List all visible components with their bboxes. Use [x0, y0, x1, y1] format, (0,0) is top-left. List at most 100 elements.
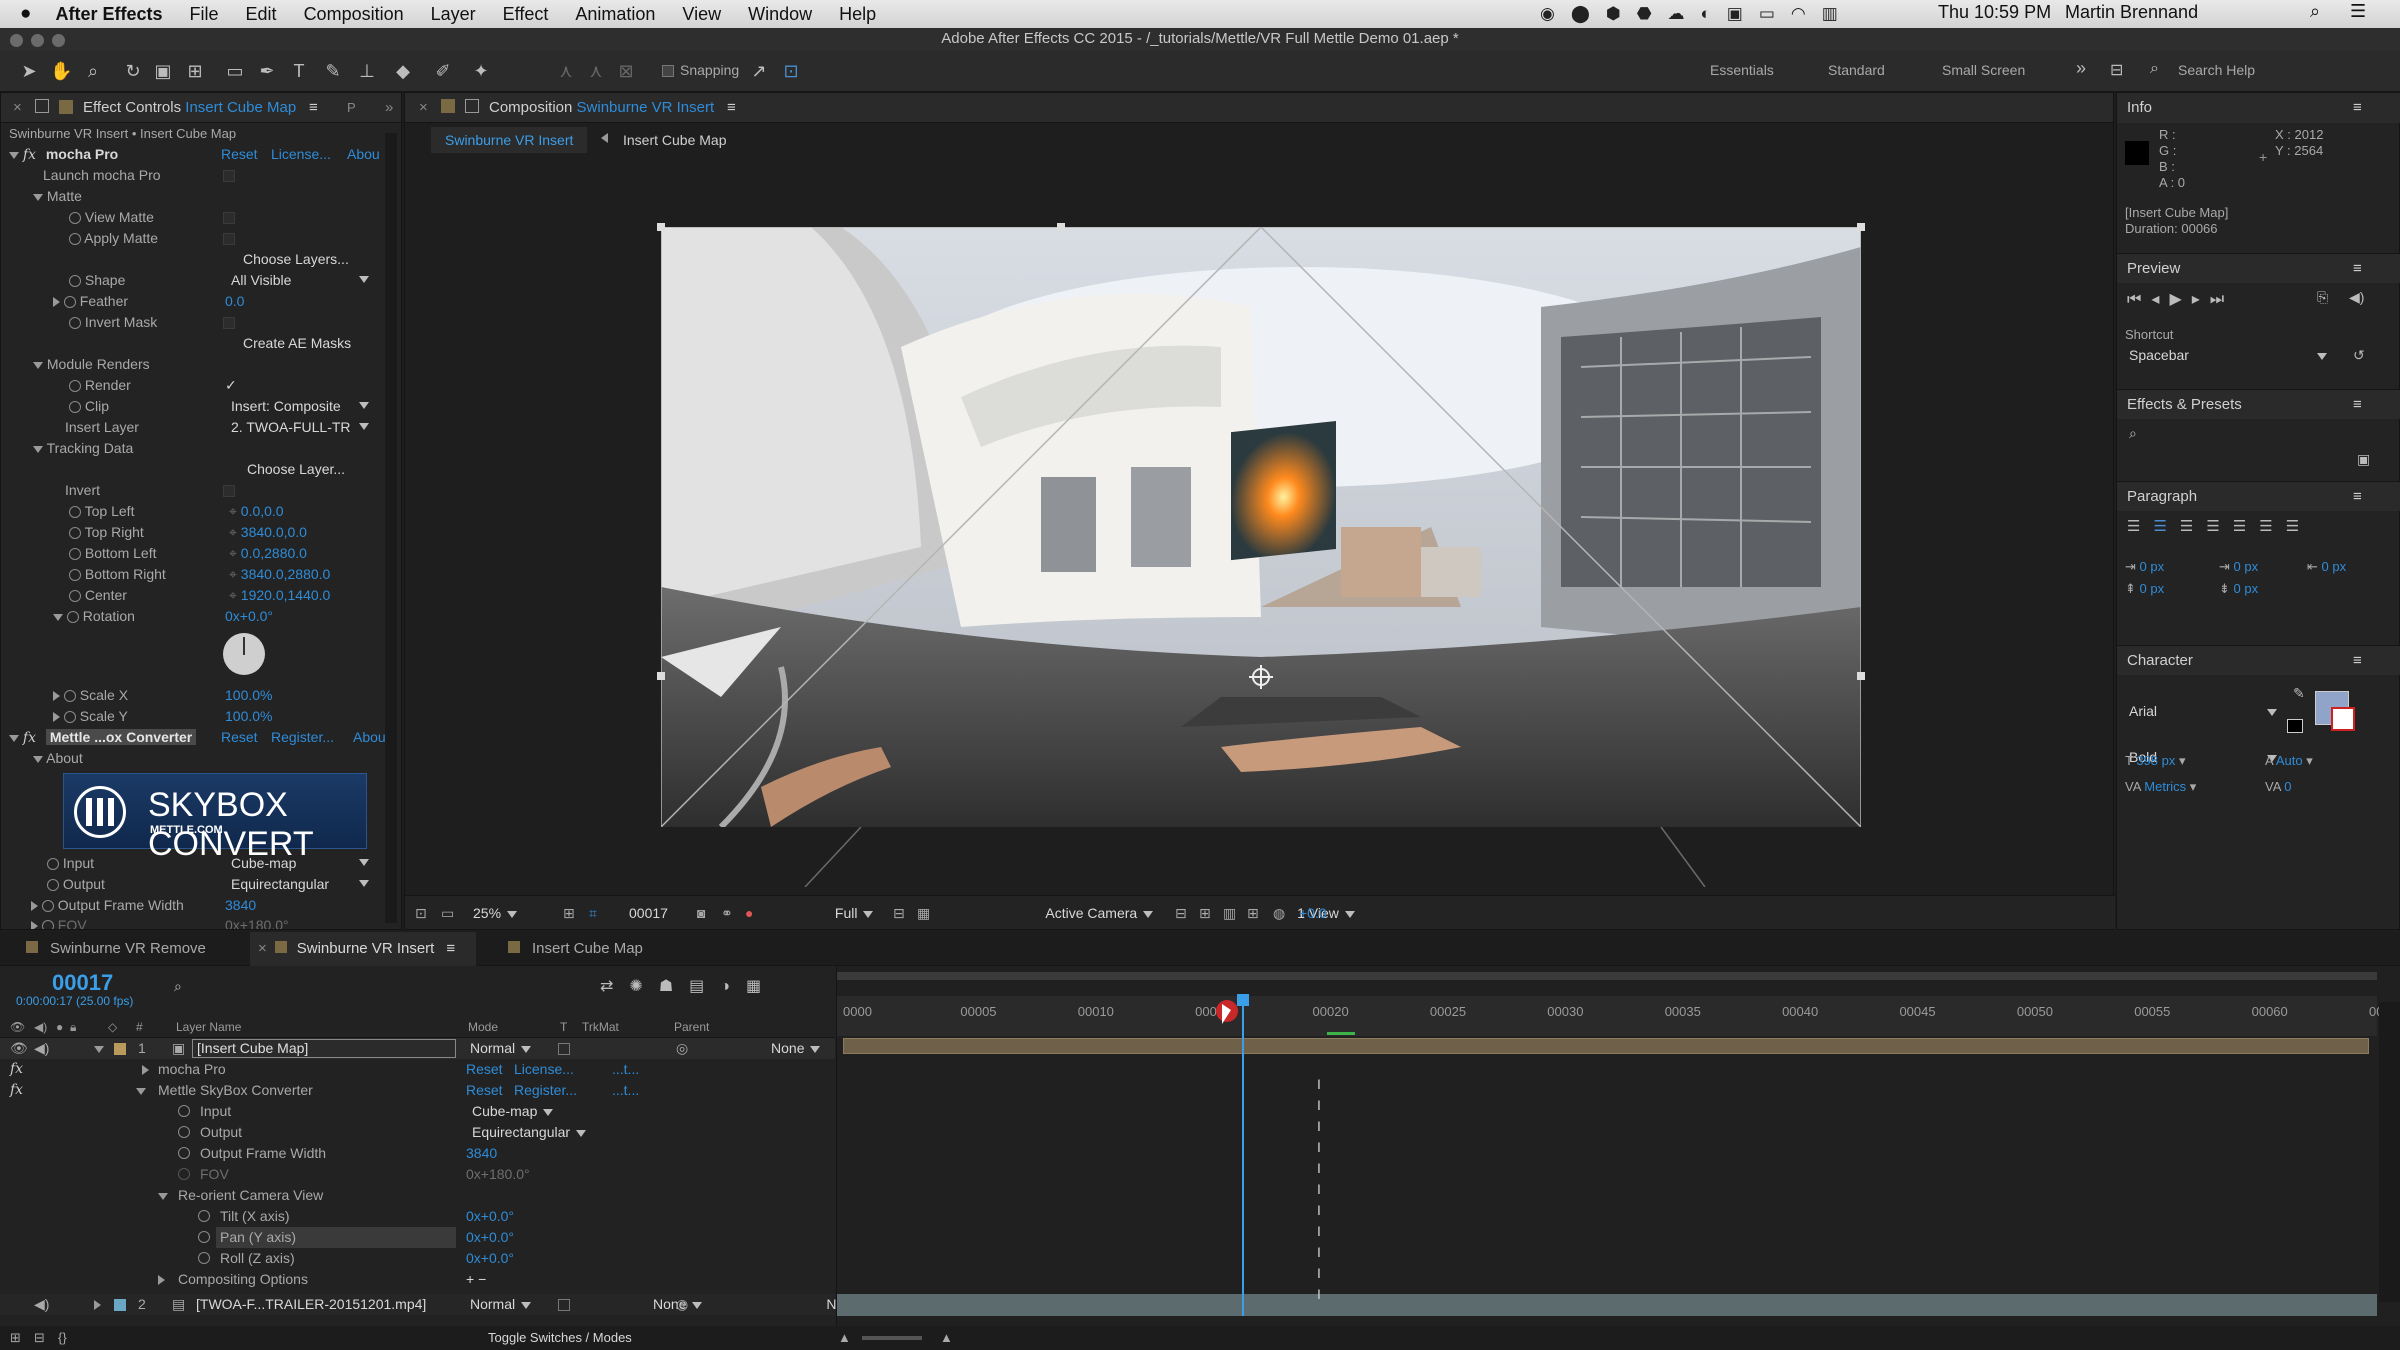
timeline-input-dropdown[interactable]: Cube-map [472, 1103, 555, 1119]
mettle-row-register[interactable]: Register... [514, 1080, 577, 1101]
about-group[interactable]: About [33, 748, 83, 769]
pan-row[interactable]: Pan (Y axis) 0x+0.0° [0, 1227, 835, 1248]
in-out-icon[interactable]: {} [58, 1326, 67, 1350]
expand-layer-icon[interactable] [94, 1294, 101, 1315]
close-window-icon[interactable] [10, 34, 23, 47]
expand-layer-icon[interactable] [94, 1038, 104, 1059]
status-icons[interactable]: ◉⬤⬢⬣☁◐▣▭◠▥ [1540, 4, 1854, 24]
mocha-row-more[interactable]: ...t... [612, 1059, 639, 1080]
panel-menu-icon[interactable]: ≡ [2353, 646, 2362, 676]
app-menu[interactable]: After Effects [55, 4, 162, 25]
show-snapshot-icon[interactable]: ⚭ [721, 896, 733, 930]
reorient-group-row[interactable]: Re-orient Camera View [0, 1185, 835, 1206]
compositing-add-remove[interactable]: + − [466, 1269, 486, 1290]
pan-value[interactable]: 0x+0.0° [466, 1227, 514, 1248]
audio-icon[interactable]: ◀) [34, 1294, 49, 1315]
user-name[interactable]: Martin Brennand [2065, 2, 2198, 23]
search-help-icon[interactable]: ⌕ [2150, 60, 2159, 78]
axis-view-icon[interactable]: ⊠ [615, 60, 637, 82]
eyedropper-icon[interactable]: ✎ [2293, 685, 2305, 702]
stopwatch-icon[interactable] [198, 1210, 210, 1222]
menu-layer[interactable]: Layer [431, 4, 476, 25]
comp-breadcrumb-nested[interactable]: Insert Cube Map [623, 127, 727, 153]
snapshot-icon[interactable]: ◙ [697, 896, 705, 930]
zoom-out-icon[interactable]: ▲ [838, 1326, 851, 1350]
stopwatch-icon[interactable] [69, 548, 81, 561]
mute-audio-icon[interactable]: ◀) [2349, 289, 2364, 306]
timeline-icon[interactable]: ▥ [1223, 896, 1236, 930]
matte-group[interactable]: Matte [33, 186, 82, 207]
frame-blending-icon[interactable]: ▤ [689, 978, 720, 995]
audio-icon[interactable]: ◀) [34, 1038, 49, 1059]
stopwatch-icon[interactable] [63, 296, 76, 309]
mettle-register-link[interactable]: Register... [271, 727, 334, 748]
crosshair-icon[interactable]: ⌖ [229, 587, 237, 603]
stopwatch-icon[interactable] [69, 506, 81, 519]
align-left-icon[interactable]: ☰ [2127, 518, 2153, 535]
insert-layer-dropdown[interactable]: 2. TWOA-FULL-TR [231, 417, 371, 438]
shape-dropdown[interactable]: All Visible [231, 270, 371, 291]
snap-grid-icon[interactable]: ⊡ [780, 60, 802, 82]
play-icon[interactable]: ▶ [2169, 291, 2191, 308]
layer-mode-dropdown[interactable]: Normal [470, 1040, 533, 1056]
bounding-handle[interactable] [1057, 223, 1065, 231]
toggle-switches-modes[interactable]: Toggle Switches / Modes [488, 1326, 632, 1350]
stopwatch-icon[interactable] [63, 711, 76, 724]
spotlight-icon[interactable]: ⌕ [2310, 1, 2320, 22]
stopwatch-icon[interactable] [69, 401, 81, 414]
pickwhip-icon[interactable]: ◎ [676, 1038, 688, 1059]
fast-previews-icon[interactable]: ⊞ [1199, 896, 1211, 930]
close-panel-icon[interactable]: × [419, 93, 428, 123]
layer-mode-dropdown[interactable]: Normal [470, 1296, 533, 1312]
layer-row-1[interactable]: 👁︎ ◀) 1 ▣ [Insert Cube Map] Normal ◎ Non… [0, 1038, 835, 1059]
monitor-icon[interactable]: ▭ [441, 896, 454, 930]
comp-viewer[interactable] [661, 227, 1861, 827]
bounding-handle[interactable] [1857, 672, 1865, 680]
minimize-window-icon[interactable] [31, 34, 44, 47]
mettle-output-dropdown[interactable]: Equirectangular [231, 874, 371, 895]
justify-all-icon[interactable]: ☰ [2286, 518, 2312, 535]
resolution-dropdown[interactable]: Full [835, 905, 876, 921]
pen-tool-icon[interactable]: ✒ [256, 60, 278, 82]
stopwatch-icon[interactable] [198, 1231, 210, 1243]
zoom-slider[interactable] [862, 1336, 922, 1340]
timeline-tab-remove[interactable]: Swinburne VR Remove [26, 932, 206, 966]
reset-icon[interactable]: ↺ [2353, 347, 2365, 364]
bounding-handle[interactable] [657, 672, 665, 680]
shy-icon[interactable]: ☗ [659, 978, 689, 995]
keyframe-markers[interactable]: IIIIIIIIIII [1317, 1074, 1321, 1305]
space-before[interactable]: ⇞ 0 px [2125, 581, 2164, 597]
mocha-about-link[interactable]: Abou [347, 144, 380, 165]
zoom-tool-icon[interactable]: ⌕ [82, 60, 104, 82]
reset-exposure-icon[interactable]: ◍ [1273, 896, 1285, 930]
menu-view[interactable]: View [682, 4, 721, 25]
roll-row[interactable]: Roll (Z axis) 0x+0.0° [0, 1248, 835, 1269]
launch-mocha-button[interactable] [223, 170, 235, 182]
rotation-value[interactable]: 0x+0.0° [225, 606, 273, 627]
transfer-controls-icon[interactable]: ⊟ [34, 1326, 45, 1350]
crosshair-icon[interactable]: ⌖ [229, 545, 237, 561]
stopwatch-icon[interactable] [178, 1126, 190, 1138]
playhead[interactable] [1242, 996, 1245, 1316]
panel-menu-icon[interactable]: ≡ [309, 93, 318, 123]
tilt-row[interactable]: Tilt (X axis) 0x+0.0° [0, 1206, 835, 1227]
loop-icon[interactable]: ⎘ [2317, 289, 2328, 306]
timeline-width-row[interactable]: Output Frame Width 3840 [0, 1143, 835, 1164]
layer-name[interactable]: [Insert Cube Map] [192, 1039, 456, 1058]
stopwatch-icon[interactable] [69, 590, 81, 603]
stopwatch-icon[interactable] [69, 212, 81, 225]
fit-icon[interactable]: ⊞ [563, 896, 575, 930]
bottom-left-value[interactable]: ⌖ 0.0,2880.0 [229, 543, 307, 564]
create-ae-masks-button[interactable]: Create AE Masks [243, 333, 351, 354]
channel-icon[interactable]: ● [745, 896, 753, 930]
menu-file[interactable]: File [190, 4, 219, 25]
lock-icon[interactable] [465, 99, 479, 113]
top-right-value[interactable]: ⌖ 3840.0,0.0 [229, 522, 307, 543]
timeline-tab-insert[interactable]: × Swinburne VR Insert ≡ [250, 932, 476, 966]
workspace-small-screen[interactable]: Small Screen [1942, 62, 2025, 78]
expand-icon[interactable] [158, 1269, 165, 1290]
stopwatch-icon[interactable] [198, 1252, 210, 1264]
mocha-effect-timeline-row[interactable]: fx mocha Pro Reset License... ...t... [0, 1059, 835, 1080]
center-value[interactable]: ⌖ 1920.0,1440.0 [229, 585, 330, 606]
justify-center-icon[interactable]: ☰ [2233, 518, 2259, 535]
